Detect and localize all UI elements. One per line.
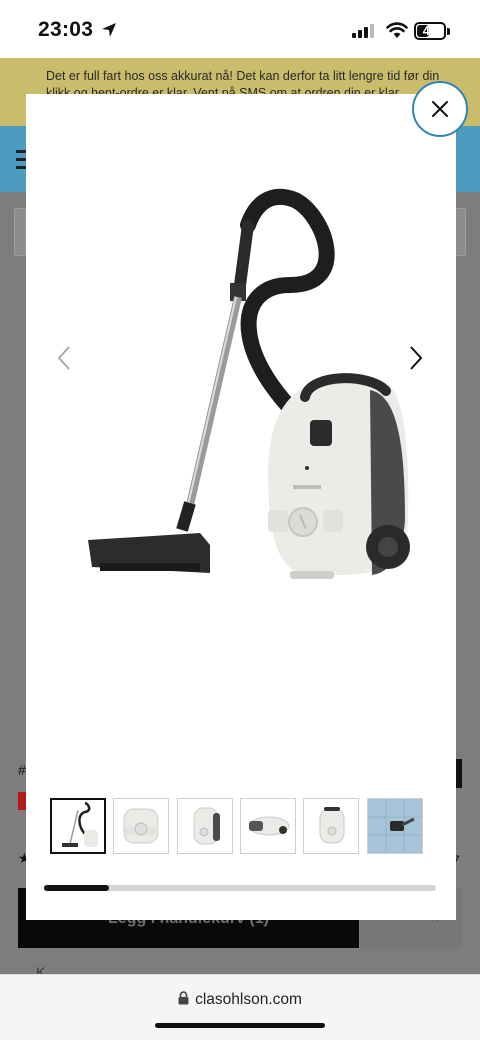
browser-url-bar[interactable]: clasohlson.com (0, 974, 480, 1040)
thumbnail-1[interactable] (50, 798, 106, 854)
battery-nub (447, 28, 450, 35)
location-arrow-icon (102, 23, 116, 37)
status-time: 23:03 (38, 18, 94, 41)
thumbnail-6[interactable] (367, 798, 423, 854)
previous-image-button[interactable] (56, 345, 72, 371)
home-indicator[interactable] (155, 1023, 325, 1028)
bg-price-mark (18, 792, 26, 810)
close-icon (432, 101, 448, 117)
cellular-signal-icon (352, 24, 374, 38)
product-image (88, 188, 410, 579)
url-display[interactable]: clasohlson.com (0, 991, 480, 1009)
close-button[interactable] (412, 81, 468, 137)
wifi-icon (386, 22, 408, 38)
battery-level: 47 (422, 23, 438, 38)
thumbnail-4[interactable] (240, 798, 296, 854)
thumbnail-5[interactable] (303, 798, 359, 854)
url-text: clasohlson.com (195, 991, 302, 1008)
bg-glyph: # (18, 762, 26, 778)
gallery-progress-bar (44, 885, 436, 891)
thumbnail-3[interactable] (177, 798, 233, 854)
status-bar: 23:03 47 (0, 0, 480, 58)
battery-icon: 47 (414, 22, 446, 40)
thumbnail-2[interactable] (113, 798, 169, 854)
gallery-progress-fill (44, 885, 110, 891)
lock-icon (178, 991, 189, 1005)
